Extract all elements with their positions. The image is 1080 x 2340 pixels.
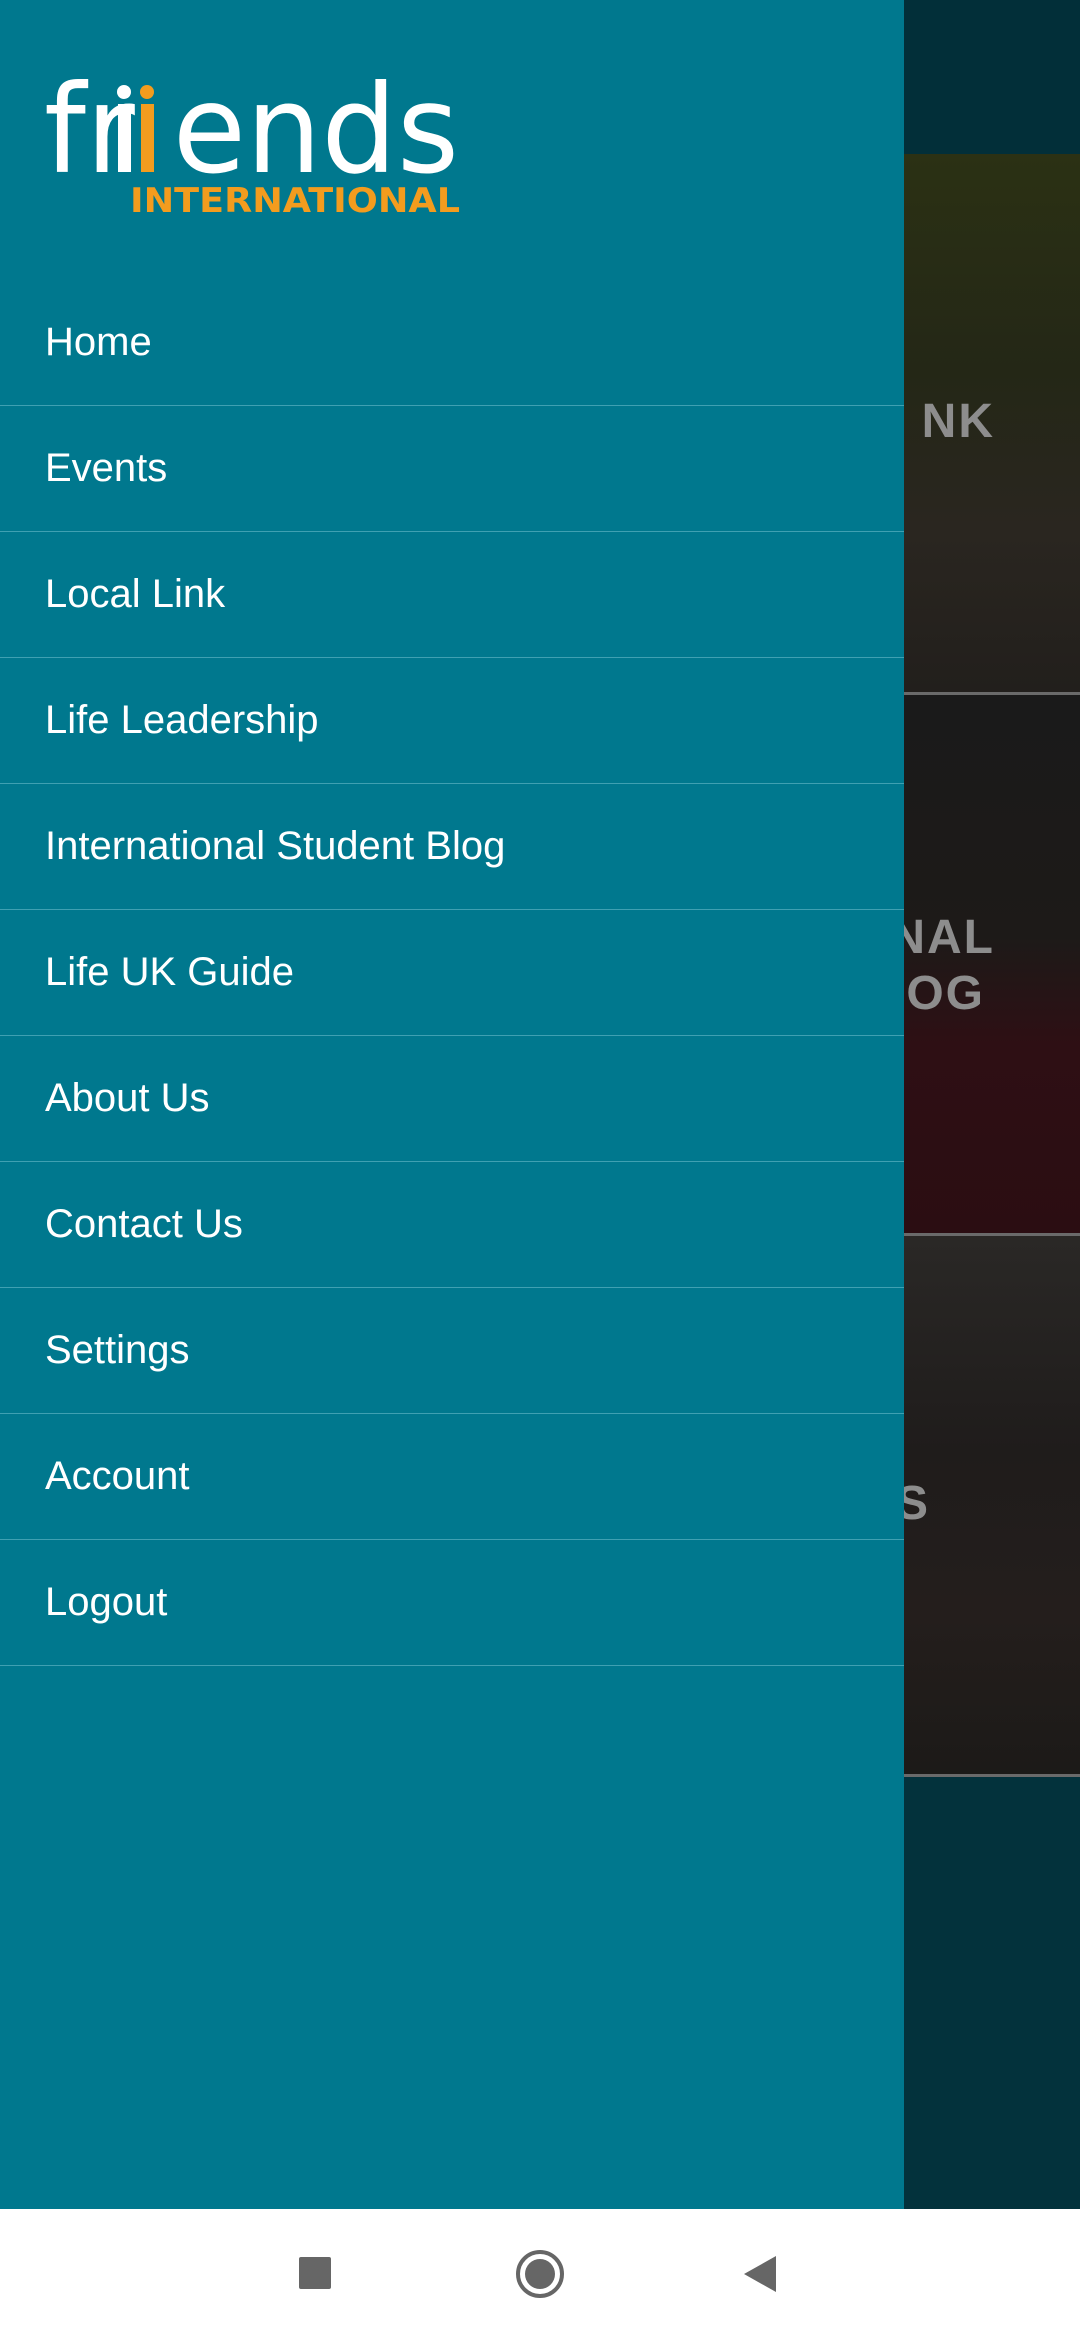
menu-item-label: Local Link [45, 572, 226, 616]
menu-item-label: International Student Blog [45, 824, 506, 868]
menu-item-label: Settings [45, 1328, 190, 1372]
card-title-line: NK [921, 395, 995, 448]
menu-item-label: About Us [45, 1076, 210, 1120]
menu-item-settings[interactable]: Settings [0, 1288, 904, 1414]
logo-graphic: fr ends INTERNATIONAL [44, 59, 460, 221]
menu-item-logout[interactable]: Logout [0, 1540, 904, 1666]
friends-international-logo: fr ends INTERNATIONAL [44, 59, 464, 222]
menu-item-home[interactable]: Home [0, 280, 904, 406]
navigation-drawer: fr ends INTERNATIONAL Home Events Local … [0, 0, 904, 2209]
menu-item-label: Life UK Guide [45, 950, 295, 994]
menu-item-label: Logout [45, 1580, 168, 1624]
menu-item-account[interactable]: Account [0, 1414, 904, 1540]
menu-item-student-blog[interactable]: International Student Blog [0, 784, 904, 910]
drawer-menu: Home Events Local Link Life Leadership I… [0, 280, 904, 1666]
menu-item-contact-us[interactable]: Contact Us [0, 1162, 904, 1288]
menu-item-label: Contact Us [45, 1202, 243, 1246]
menu-item-life-leadership[interactable]: Life Leadership [0, 658, 904, 784]
back-triangle-icon[interactable] [742, 2254, 778, 2294]
card-title: NK [922, 394, 995, 450]
home-circle-icon[interactable] [515, 2249, 565, 2299]
menu-item-local-link[interactable]: Local Link [0, 532, 904, 658]
menu-item-life-uk-guide[interactable]: Life UK Guide [0, 910, 904, 1036]
svg-text:INTERNATIONAL: INTERNATIONAL [130, 181, 460, 221]
menu-item-label: Events [45, 446, 168, 490]
menu-item-label: Home [45, 320, 152, 364]
menu-item-label: Life Leadership [45, 698, 319, 742]
menu-item-about-us[interactable]: About Us [0, 1036, 904, 1162]
menu-item-events[interactable]: Events [0, 406, 904, 532]
recents-square-icon[interactable] [298, 2256, 332, 2290]
menu-item-label: Account [45, 1454, 190, 1498]
system-navigation-bar [0, 2209, 1080, 2340]
